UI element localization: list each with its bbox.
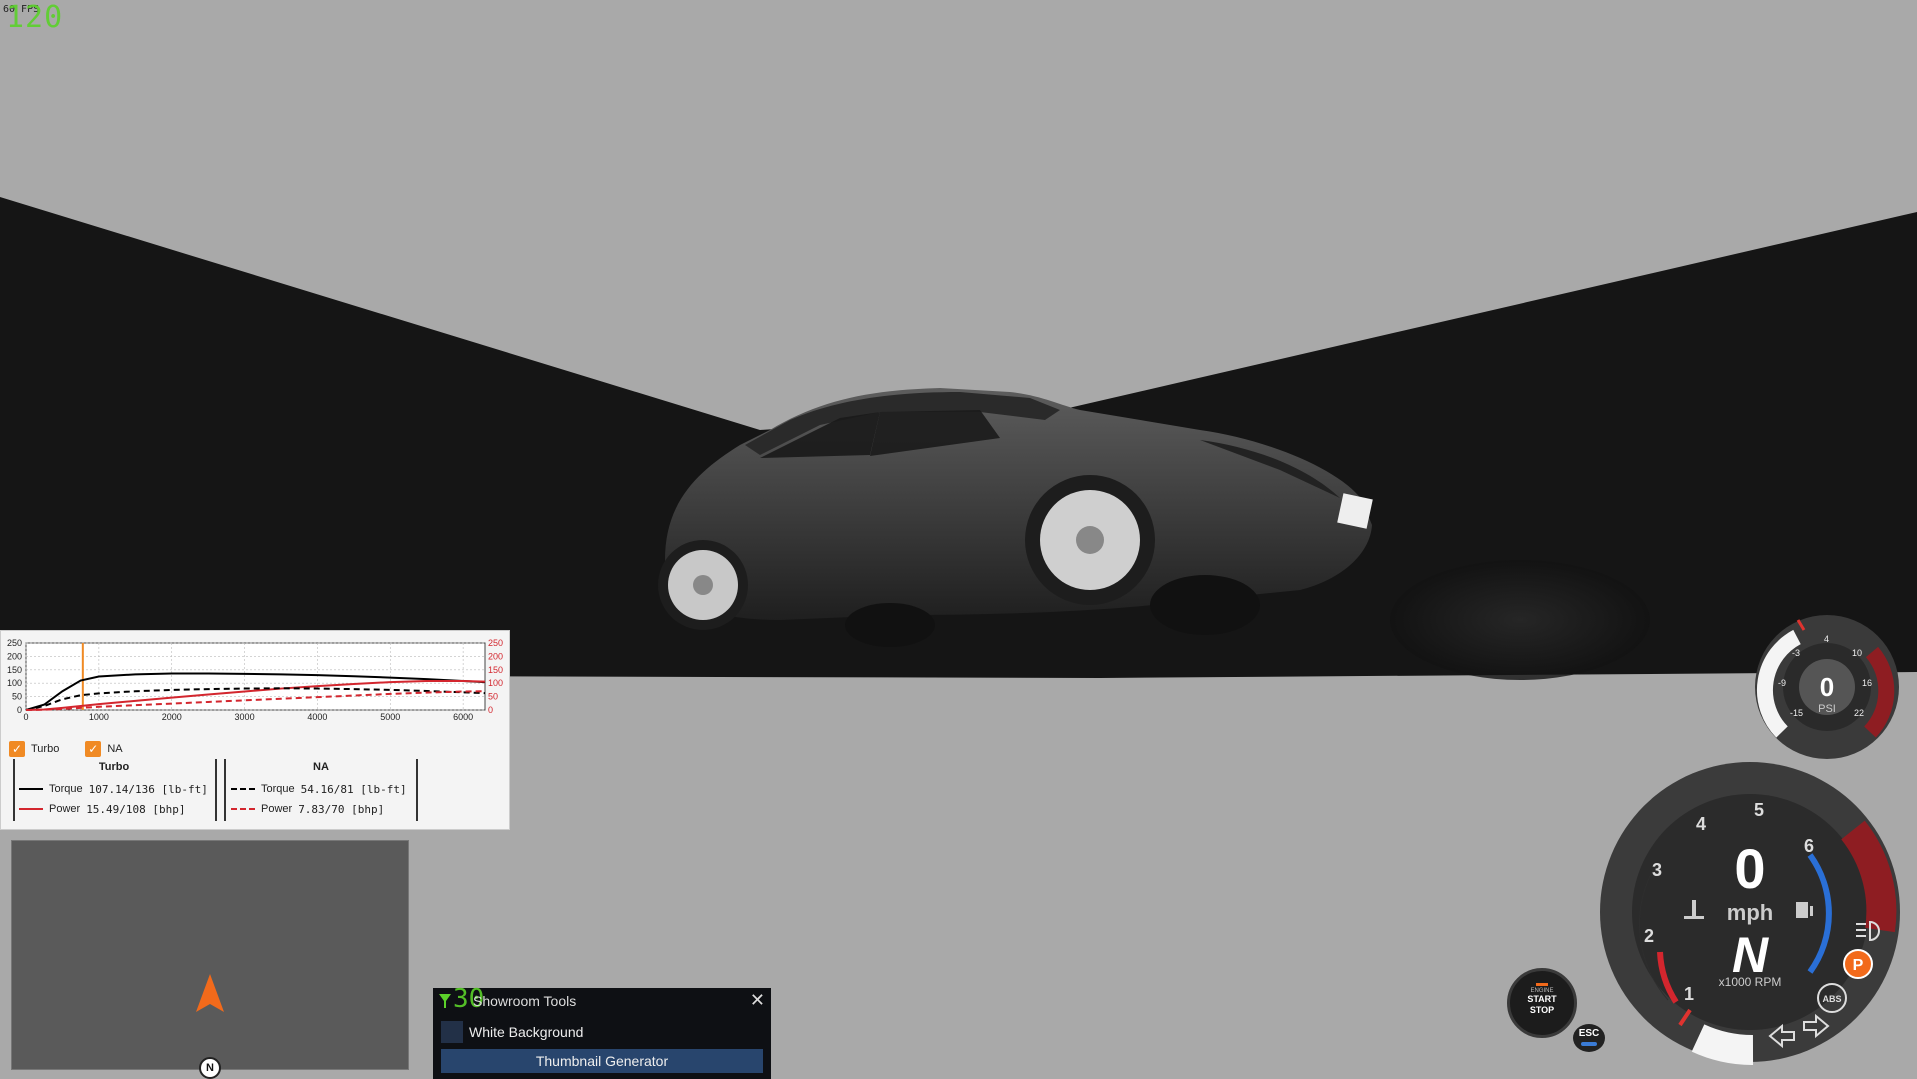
torque-curve-panel: 0 50 100 150 200 250 0 50 100 150 200 250 0 1000 2000 3… [0, 630, 510, 830]
showroom-tools-window: 30 Showroom Tools ✕ White Background Thu… [433, 984, 771, 1079]
y2-tick-label: 150 [488, 665, 503, 675]
divider [416, 759, 418, 821]
boost-value: 0 [1820, 672, 1834, 702]
y-tick-label: 200 [7, 651, 22, 661]
park-label: P [1853, 957, 1864, 974]
speedometer: 1 2 3 4 5 6 0 mph N x1000 RPM P ABS [1600, 762, 1900, 1065]
showroom-tools-titlebar[interactable]: 30 Showroom Tools ✕ [433, 984, 771, 1014]
x-tick-label: 2000 [162, 712, 182, 722]
filter-icon[interactable] [439, 994, 451, 1008]
speed-unit: mph [1727, 900, 1773, 925]
turbo-power-label: Power [49, 803, 81, 815]
y-tick-label: 150 [7, 665, 22, 675]
rpm-tick: 3 [1652, 860, 1662, 880]
legend-na-label: NA [107, 743, 123, 755]
boost-gauge: -15 -9 -3 4 10 16 22 0 PSI [1755, 615, 1899, 759]
torque-power-chart: 0501001502002500501001502002500 1000 2000 3… [7, 638, 503, 722]
boost-tick: -3 [1792, 648, 1800, 658]
thumbnail-generator-button[interactable]: Thumbnail Generator [441, 1049, 763, 1073]
turbo-stats: Turbo Torque 107.14/136 [lb-ft] Power 15.4… [19, 761, 209, 819]
boost-tick: 4 [1824, 634, 1829, 644]
rpm-tick: 2 [1644, 926, 1654, 946]
y-tick-label: 100 [7, 678, 22, 688]
turbo-torque-label: Torque [49, 783, 83, 795]
y2-tick-label: 250 [488, 638, 503, 648]
na-torque-label: Torque [261, 783, 295, 795]
x-tick-label: 5000 [380, 712, 400, 722]
y2-tick-label: 200 [488, 651, 503, 661]
boost-tick: -15 [1790, 708, 1803, 718]
divider [13, 759, 15, 821]
legend-turbo[interactable]: ✓ Turbo [9, 741, 59, 757]
turbo-power-value: 15.49/108 [bhp] [86, 802, 186, 816]
engine-start-stop-button[interactable]: ENGINE START STOP [1507, 968, 1577, 1038]
engine-stop-label: STOP [1529, 1005, 1555, 1015]
x-tick-label: 4000 [307, 712, 327, 722]
y-tick-label: 0 [17, 705, 22, 715]
parking-brake-icon: P [1843, 949, 1873, 979]
y-tick-label: 50 [12, 692, 22, 702]
turbo-torque-row: Torque 107.14/136 [lb-ft] [19, 779, 209, 799]
turbo-torque-value: 107.14/136 [lb-ft] [88, 782, 208, 796]
rpm-unit: x1000 RPM [1719, 975, 1782, 989]
na-checkbox[interactable]: ✓ [85, 741, 102, 757]
rpm-tick: 1 [1684, 984, 1694, 1004]
abs-label: ABS [1822, 994, 1841, 1004]
boost-tick: -9 [1778, 678, 1786, 688]
turbo-header: Turbo [98, 761, 130, 773]
boost-tick: 10 [1852, 648, 1862, 658]
x-tick-label: 3000 [235, 712, 255, 722]
x-tick-label: 6000 [453, 712, 473, 722]
north-compass-icon: N [199, 1057, 221, 1079]
white-background-label: White Background [469, 1024, 584, 1040]
showroom-tools-title: Showroom Tools [473, 993, 577, 1009]
na-power-label: Power [261, 803, 293, 815]
white-background-checkbox[interactable] [441, 1021, 463, 1043]
na-header: NA [313, 761, 329, 773]
turbo-checkbox[interactable]: ✓ [9, 741, 25, 757]
close-icon[interactable]: ✕ [750, 990, 765, 1011]
player-arrow-icon [196, 974, 224, 1012]
legend-turbo-label: Turbo [31, 743, 60, 755]
esc-indicator-icon: ESC [1573, 1024, 1605, 1052]
y2-tick-label: 100 [488, 678, 503, 688]
minimap[interactable] [11, 840, 409, 1070]
boost-tick: 22 [1854, 708, 1864, 718]
fps-counter: 120 [6, 0, 64, 35]
na-torque-value: 54.16/81 [lb-ft] [300, 782, 407, 796]
engine-start-label: START [1527, 994, 1557, 1004]
na-power-value: 7.83/70 [bhp] [298, 802, 385, 816]
speed-value: 0 [1734, 837, 1765, 900]
turbo-power-row: Power 15.49/108 [bhp] [19, 799, 209, 819]
na-power-row: Power 7.83/70 [bhp] [231, 799, 411, 819]
na-torque-row: Torque 54.16/81 [lb-ft] [231, 779, 411, 799]
x-tick-label: 1000 [89, 712, 109, 722]
y-tick-label: 250 [7, 638, 22, 648]
legend-na[interactable]: ✓ NA [85, 741, 123, 757]
x-tick-label: 0 [23, 712, 28, 722]
rpm-tick: 4 [1696, 814, 1706, 834]
y2-tick-label: 50 [488, 692, 498, 702]
white-background-toggle[interactable]: White Background [441, 1020, 763, 1044]
rpm-tick: 5 [1754, 800, 1764, 820]
na-stats: NA Torque 54.16/81 [lb-ft] Power 7.83/70 [… [231, 761, 411, 819]
rpm-tick: 6 [1804, 836, 1814, 856]
chart-legend: ✓ Turbo ✓ NA [9, 741, 139, 757]
boost-unit: PSI [1818, 703, 1836, 715]
divider [215, 759, 217, 821]
boost-tick: 16 [1862, 678, 1872, 688]
divider [224, 759, 226, 821]
y2-tick-label: 0 [488, 705, 493, 715]
